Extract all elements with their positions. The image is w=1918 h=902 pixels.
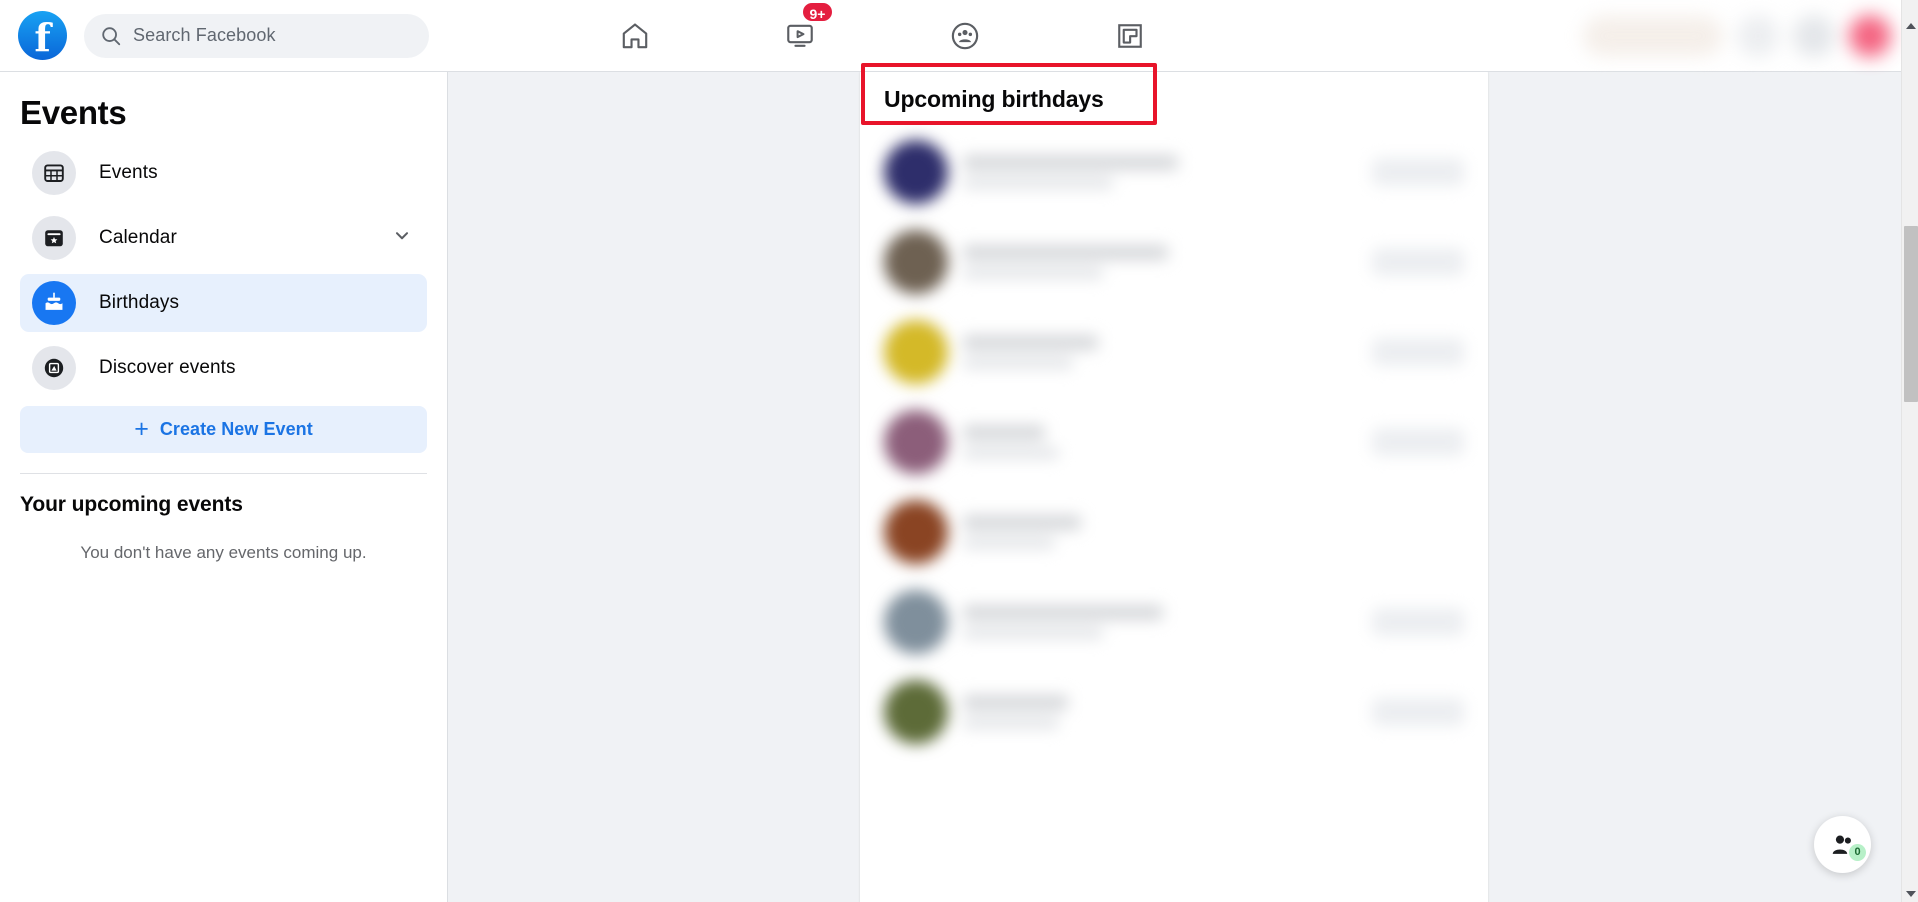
birthday-item-text-group [963,245,1372,279]
sidebar-item-label: Calendar [99,227,177,248]
upcoming-birthdays-title: Upcoming birthdays [884,86,1104,112]
gaming-icon [1118,23,1142,48]
notifications-button[interactable] [1849,15,1891,57]
menu-button[interactable] [1737,15,1779,57]
create-new-event-button[interactable]: + Create New Event [20,406,427,453]
page-scrollbar[interactable] [1901,0,1918,902]
birthday-person-name [963,155,1178,170]
birthday-list-item[interactable] [860,217,1488,307]
avatar[interactable] [884,410,948,474]
upcoming-birthdays-header: Upcoming birthdays [860,72,1488,127]
scrollbar-thumb[interactable] [1904,226,1918,402]
birthday-list [860,127,1488,757]
contacts-floating-button[interactable]: 0 [1814,816,1871,873]
birthday-list-item[interactable] [860,667,1488,757]
top-navigation-bar: Search Facebook 9+ [0,0,1905,72]
sidebar-item-label: Events [99,162,158,183]
birthday-person-name [963,695,1068,710]
page-title: Events [20,94,127,131]
avatar[interactable] [884,230,948,294]
birthday-item-text-group [963,695,1372,729]
contacts-badge: 0 [1849,844,1866,861]
birthday-action-button[interactable] [1372,608,1464,636]
create-new-event-label: Create New Event [159,419,313,439]
video-badge: 9+ [801,0,834,23]
search-icon [102,26,121,45]
birthday-subtitle [963,537,1055,549]
profile-chip[interactable] [1583,16,1723,56]
scroll-down-arrow-icon[interactable] [1902,885,1918,902]
birthday-person-name [963,605,1163,620]
messenger-button[interactable] [1793,15,1835,57]
scroll-up-arrow-icon[interactable] [1902,17,1918,34]
birthday-action-button[interactable] [1372,428,1464,456]
birthday-subtitle [963,357,1073,369]
birthday-action-button[interactable] [1372,158,1464,186]
compass-icon [32,346,76,390]
home-icon [622,22,648,48]
upcoming-events-heading: Your upcoming events [20,493,243,516]
birthday-list-item[interactable] [860,577,1488,667]
sidebar-item-label: Discover events [99,357,236,378]
nav-video-button[interactable]: 9+ [777,0,834,59]
avatar[interactable] [884,590,948,654]
birthday-action-button[interactable] [1372,338,1464,366]
birthday-subtitle [963,717,1059,729]
birthday-person-name [963,425,1045,440]
birthday-list-item[interactable] [860,127,1488,217]
nav-home-button[interactable] [612,13,658,59]
birthday-list-item[interactable] [860,487,1488,577]
birthday-item-text-group [963,515,1464,549]
facebook-logo-icon[interactable] [18,11,67,61]
avatar[interactable] [884,320,948,384]
chevron-down-icon[interactable] [391,225,413,252]
avatar[interactable] [884,500,948,564]
events-sidebar: Events Events Calendar Birthdays Discove… [0,72,448,902]
birthday-person-name [963,335,1098,350]
birthday-list-item[interactable] [860,307,1488,397]
birthday-cake-icon [32,281,76,325]
search-input-placeholder: Search Facebook [133,25,276,45]
sidebar-item-events[interactable]: Events [20,144,427,202]
main-content-area: Upcoming birthdays [449,72,1905,902]
birthday-person-name [963,515,1081,530]
video-icon [787,24,813,47]
birthday-item-text-group [963,335,1372,369]
birthday-subtitle [963,627,1103,639]
sidebar-item-label: Birthdays [99,292,180,313]
header-nav-group: 9+ [612,0,1153,59]
upcoming-birthdays-card: Upcoming birthdays [860,72,1488,902]
sidebar-item-discover-events[interactable]: Discover events [20,339,427,397]
sidebar-item-birthdays[interactable]: Birthdays [20,274,427,332]
birthday-item-text-group [963,155,1372,189]
birthday-subtitle [963,267,1103,279]
calendar-star-icon [32,216,76,260]
avatar[interactable] [884,680,948,744]
search-input[interactable]: Search Facebook [84,13,429,58]
birthday-item-text-group [963,425,1372,459]
nav-groups-button[interactable] [942,13,988,59]
birthday-action-button[interactable] [1372,248,1464,276]
birthday-action-button[interactable] [1372,698,1464,726]
header-account-controls-blurred[interactable] [1461,6,1891,66]
birthday-list-item[interactable] [860,397,1488,487]
brand-zone: Search Facebook [0,11,440,61]
avatar[interactable] [884,140,948,204]
birthday-subtitle [963,447,1059,459]
nav-gaming-button[interactable] [1107,13,1153,59]
calendar-grid-icon [32,151,76,195]
sidebar-item-calendar[interactable]: Calendar [20,209,427,267]
groups-icon [951,22,979,49]
birthday-subtitle [963,177,1113,189]
upcoming-events-empty-text: You don't have any events coming up. [80,543,367,562]
birthday-person-name [963,245,1168,260]
birthday-item-text-group [963,605,1372,639]
